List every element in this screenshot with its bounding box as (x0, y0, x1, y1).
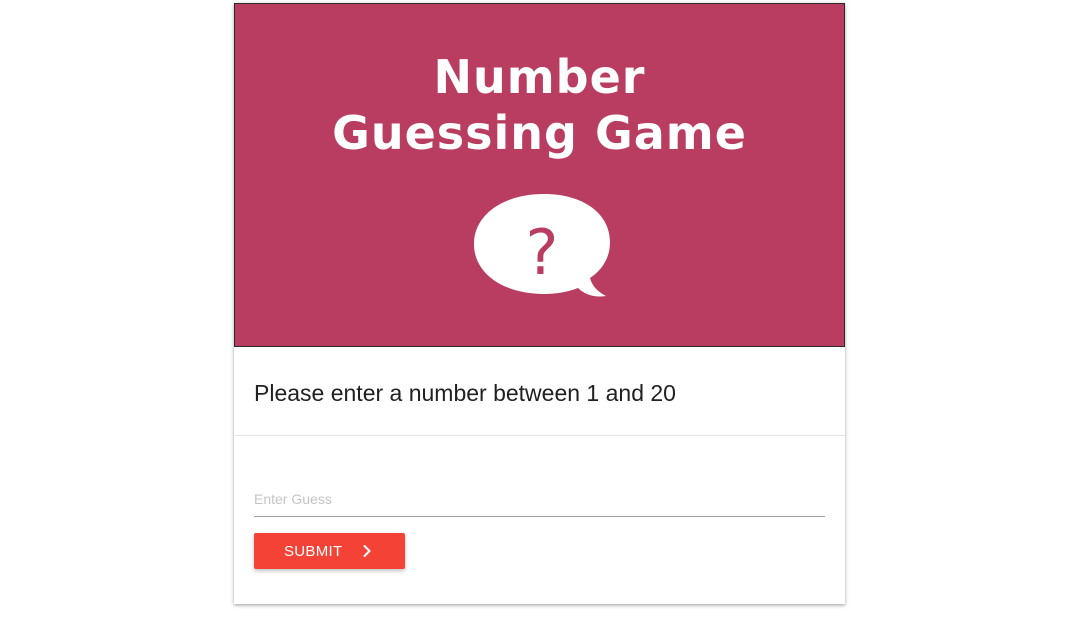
submit-label: SUBMIT (284, 543, 343, 560)
prompt-text: Please enter a number between 1 and 20 (254, 380, 676, 406)
game-card: Number Guessing Game ? Please enter a nu… (234, 3, 845, 604)
chevron-right-icon (363, 545, 371, 557)
speech-bubble-question-icon: ? (474, 194, 610, 297)
prompt-section: Please enter a number between 1 and 20 (234, 347, 845, 436)
banner-title-line1: Number (433, 50, 646, 104)
guess-input[interactable] (254, 481, 825, 517)
game-banner: Number Guessing Game ? (234, 3, 845, 347)
banner-title-line2: Guessing Game (332, 106, 747, 160)
question-mark: ? (526, 216, 559, 289)
submit-button[interactable]: SUBMIT (254, 533, 405, 569)
